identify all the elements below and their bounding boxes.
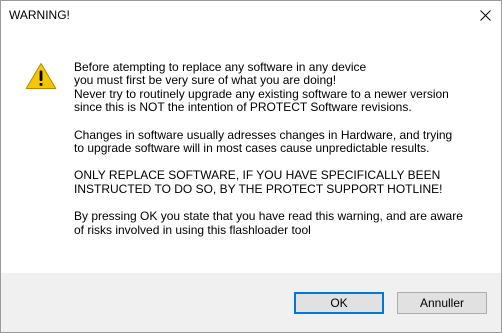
warning-icon: [25, 63, 57, 89]
message-paragraph-1: Before atempting to replace any software…: [74, 60, 449, 115]
title-bar: WARNING!: [1, 1, 501, 31]
close-button[interactable]: [469, 1, 501, 31]
warning-dialog: WARNING! Before atempting to replace any…: [0, 0, 502, 333]
message-paragraph-4: By pressing OK you state that you have r…: [74, 209, 463, 237]
cancel-button[interactable]: Annuller: [397, 292, 487, 314]
dialog-title: WARNING!: [9, 8, 70, 22]
warning-message: Before atempting to replace any software…: [74, 60, 494, 251]
message-paragraph-3: ONLY REPLACE SOFTWARE, IF YOU HAVE SPECI…: [74, 168, 443, 196]
button-bar: OK Annuller: [1, 273, 501, 332]
ok-button[interactable]: OK: [294, 292, 384, 314]
close-icon: [480, 10, 491, 21]
dialog-content: Before atempting to replace any software…: [1, 31, 501, 273]
message-paragraph-2: Changes in software usually adresses cha…: [74, 127, 453, 156]
